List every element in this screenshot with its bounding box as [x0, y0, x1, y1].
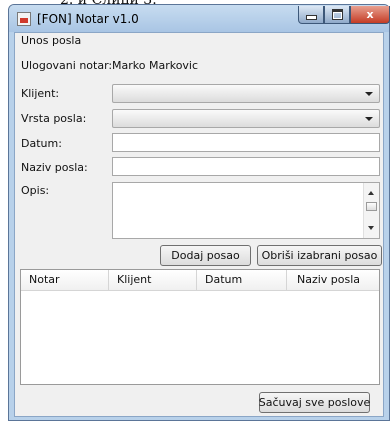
client-label: Klijent:: [21, 87, 60, 100]
app-window: [FON] Notar v1.0 x Unos posla Ulogovani …: [8, 4, 390, 421]
job-type-select[interactable]: [112, 109, 380, 128]
close-icon: x: [366, 8, 374, 21]
logged-notary-value: Marko Markovic: [112, 59, 199, 72]
delete-selected-job-button[interactable]: Obriši izabrani posao: [257, 245, 382, 266]
table-header: Notar Klijent Datum Naziv posla: [21, 270, 379, 291]
client-select[interactable]: [112, 84, 380, 103]
minimize-icon: [305, 15, 317, 20]
scroll-down-icon[interactable]: [368, 226, 374, 230]
job-type-label: Vrsta posla:: [21, 112, 87, 125]
chevron-down-icon: [365, 92, 373, 96]
save-all-jobs-button[interactable]: Sačuvaj sve poslove: [259, 392, 370, 413]
main-panel: Unos posla Ulogovani notar: Marko Markov…: [14, 32, 384, 417]
job-name-field[interactable]: [112, 157, 380, 176]
description-label: Opis:: [21, 184, 50, 197]
maximize-button[interactable]: [324, 6, 350, 24]
close-button[interactable]: x: [350, 6, 390, 24]
window-title: [FON] Notar v1.0: [37, 12, 139, 26]
column-header-client[interactable]: Klijent: [109, 270, 197, 290]
jobs-table[interactable]: Notar Klijent Datum Naziv posla: [20, 269, 380, 385]
java-app-icon: [17, 12, 31, 26]
column-header-notary[interactable]: Notar: [21, 270, 109, 290]
column-header-date[interactable]: Datum: [197, 270, 287, 290]
date-field[interactable]: [112, 133, 380, 152]
chevron-down-icon: [365, 117, 373, 121]
scroll-thumb[interactable]: [366, 202, 377, 211]
maximize-icon: [331, 9, 343, 20]
job-name-label: Naziv posla:: [21, 161, 88, 174]
column-header-job-name[interactable]: Naziv posla: [287, 270, 379, 290]
description-textarea[interactable]: [112, 182, 380, 239]
logged-notary-label: Ulogovani notar:: [21, 59, 113, 72]
scroll-up-icon[interactable]: [368, 191, 374, 195]
date-label: Datum:: [21, 137, 62, 150]
description-scrollbar[interactable]: [363, 183, 379, 238]
title-bar[interactable]: [FON] Notar v1.0 x: [9, 5, 390, 32]
minimize-button[interactable]: [298, 6, 324, 24]
group-title: Unos posla: [21, 34, 82, 47]
add-job-button[interactable]: Dodaj posao: [160, 245, 251, 266]
